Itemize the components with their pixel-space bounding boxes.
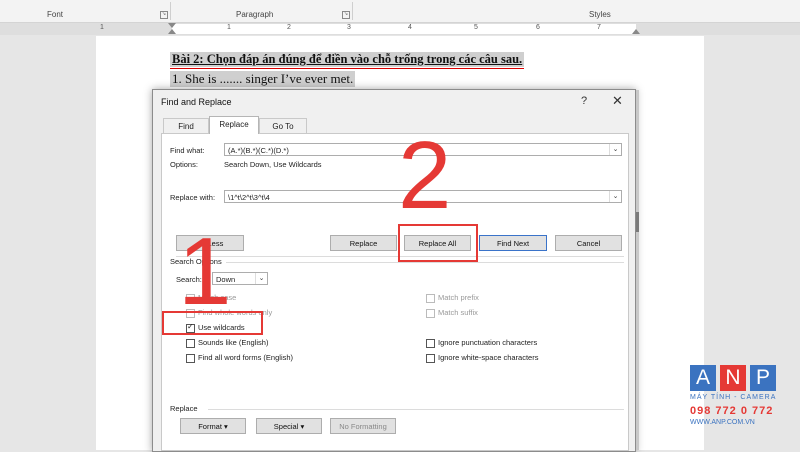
ruler-number: 7 (597, 24, 601, 31)
special-button[interactable]: Special ▾ (256, 418, 322, 434)
horizontal-ruler[interactable]: 1 1 2 3 4 5 6 7 (0, 23, 800, 35)
right-indent-marker[interactable] (632, 29, 640, 34)
no-formatting-button[interactable]: No Formatting (330, 418, 396, 434)
first-line-indent-marker[interactable] (168, 23, 176, 28)
anp-logo: A N P MÁY TÍNH - CAMERA 098 772 0 772 WW… (690, 365, 790, 445)
divider (226, 262, 624, 263)
sounds-like-checkbox[interactable] (186, 339, 195, 348)
scrollbar-thumb[interactable] (636, 212, 639, 232)
ruler-number: 4 (408, 24, 412, 31)
ribbon-separator (352, 2, 353, 20)
step-2-marker: 2 (398, 122, 452, 229)
find-what-label: Find what: (170, 146, 205, 155)
logo-tagline: MÁY TÍNH - CAMERA (690, 394, 777, 401)
ignore-whitespace-label: Ignore white-space characters (438, 353, 539, 362)
match-suffix-label: Match suffix (438, 308, 478, 317)
cancel-button[interactable]: Cancel (555, 235, 622, 251)
options-label: Options: (170, 160, 198, 169)
chevron-down-icon[interactable]: ⌄ (609, 191, 621, 202)
ribbon-separator (170, 2, 171, 20)
ruler-number: 2 (287, 24, 291, 31)
chevron-down-icon[interactable]: ⌄ (255, 273, 267, 284)
ribbon-group-font: Font (47, 10, 64, 19)
tab-go-to[interactable]: Go To (259, 118, 307, 134)
replace-with-label: Replace with: (170, 193, 216, 202)
ribbon-group-paragraph: Paragraph (236, 10, 274, 19)
replace-with-value: \1^t\2^t\3^t\4 (228, 193, 270, 202)
all-word-forms-checkbox[interactable] (186, 354, 195, 363)
tab-find[interactable]: Find (163, 118, 209, 134)
replace-button[interactable]: Replace (330, 235, 397, 251)
match-prefix-label: Match prefix (438, 293, 479, 302)
ruler-number: 1 (100, 24, 104, 31)
chevron-down-icon[interactable]: ⌄ (609, 144, 621, 155)
ruler-number: 5 (474, 24, 478, 31)
match-prefix-checkbox[interactable] (426, 294, 435, 303)
find-what-value: (A.*)(B.*)(C.*)(D.*) (228, 146, 289, 155)
ignore-punctuation-label: Ignore punctuation characters (438, 338, 538, 347)
options-value: Search Down, Use Wildcards (224, 160, 322, 169)
help-icon[interactable]: ? (581, 95, 587, 107)
logo-website: WWW.ANP.COM.VN (690, 419, 755, 426)
ribbon-group-styles: Styles (589, 10, 611, 19)
logo-letter: P (750, 365, 776, 391)
document-heading: Bài 2: Chọn đáp án đúng để điền vào chỗ … (170, 52, 525, 69)
ruler-text-area (172, 24, 636, 34)
hanging-indent-marker[interactable] (168, 29, 176, 34)
ignore-whitespace-checkbox[interactable] (426, 354, 435, 363)
match-suffix-checkbox[interactable] (426, 309, 435, 318)
sounds-like-label: Sounds like (English) (198, 338, 269, 347)
highlight-replace-all (398, 224, 478, 262)
ribbon: Font ↘ Paragraph ↘ Styles (0, 0, 800, 23)
ruler-number: 1 (227, 24, 231, 31)
paragraph-dialog-launcher-icon[interactable]: ↘ (342, 11, 350, 19)
format-button[interactable]: Format ▾ (180, 418, 246, 434)
logo-phone: 098 772 0 772 (690, 405, 774, 417)
ruler-number: 6 (536, 24, 540, 31)
step-1-marker: 1 (178, 218, 232, 325)
logo-letter: A (690, 365, 716, 391)
find-next-button[interactable]: Find Next (479, 235, 547, 251)
document-line: 1. She is ....... singer I’ve ever met. (170, 71, 356, 87)
heading-text: Bài 2: Chọn đáp án đúng để điền vào chỗ … (172, 52, 523, 66)
close-icon[interactable]: ✕ (612, 93, 623, 109)
font-dialog-launcher-icon[interactable]: ↘ (160, 11, 168, 19)
logo-letter: N (720, 365, 746, 391)
dialog-title: Find and Replace (161, 97, 232, 107)
ignore-punctuation-checkbox[interactable] (426, 339, 435, 348)
tab-replace[interactable]: Replace (209, 116, 259, 134)
ruler-number: 3 (347, 24, 351, 31)
spelling-underline (170, 67, 525, 69)
divider (208, 409, 624, 410)
replace-section-label: Replace (170, 404, 198, 413)
all-word-forms-label: Find all word forms (English) (198, 353, 294, 362)
document-scrollbar[interactable] (636, 90, 639, 450)
